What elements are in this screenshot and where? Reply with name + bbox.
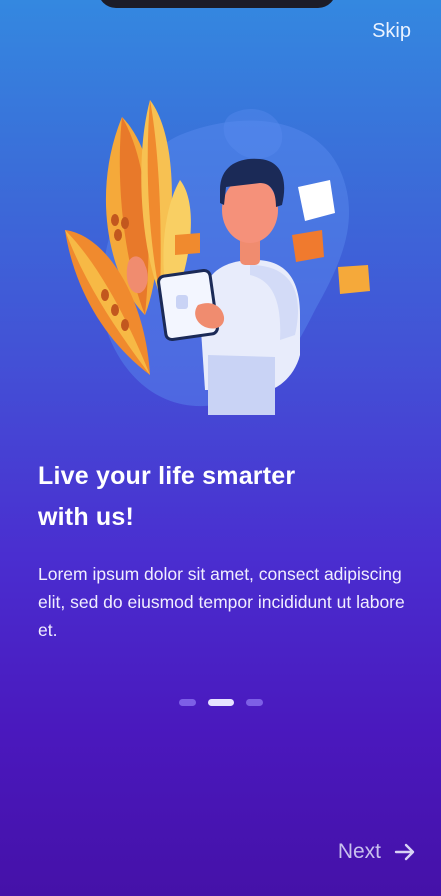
onboarding-description: Lorem ipsum dolor sit amet, consect adip…: [38, 564, 405, 640]
onboarding-screen: Skip Live your life smarter with us! Lor…: [0, 0, 441, 896]
page-dot-2-active[interactable]: [207, 699, 234, 706]
skip-button[interactable]: Skip: [372, 20, 411, 43]
page-dot-3[interactable]: [245, 699, 263, 706]
title-line-1: Live your life smarter: [38, 462, 296, 490]
page-dot-1[interactable]: [178, 699, 196, 706]
onboarding-title: Live your life smarter with us!: [38, 456, 408, 538]
arrow-right-icon: [394, 843, 415, 861]
next-button[interactable]: Next: [338, 840, 417, 864]
person-with-tablet-illustration: [65, 100, 370, 415]
page-indicator: [0, 699, 441, 706]
title-line-2: with us!: [38, 503, 135, 531]
next-label: Next: [337, 840, 381, 863]
device-notch: [98, 0, 336, 8]
